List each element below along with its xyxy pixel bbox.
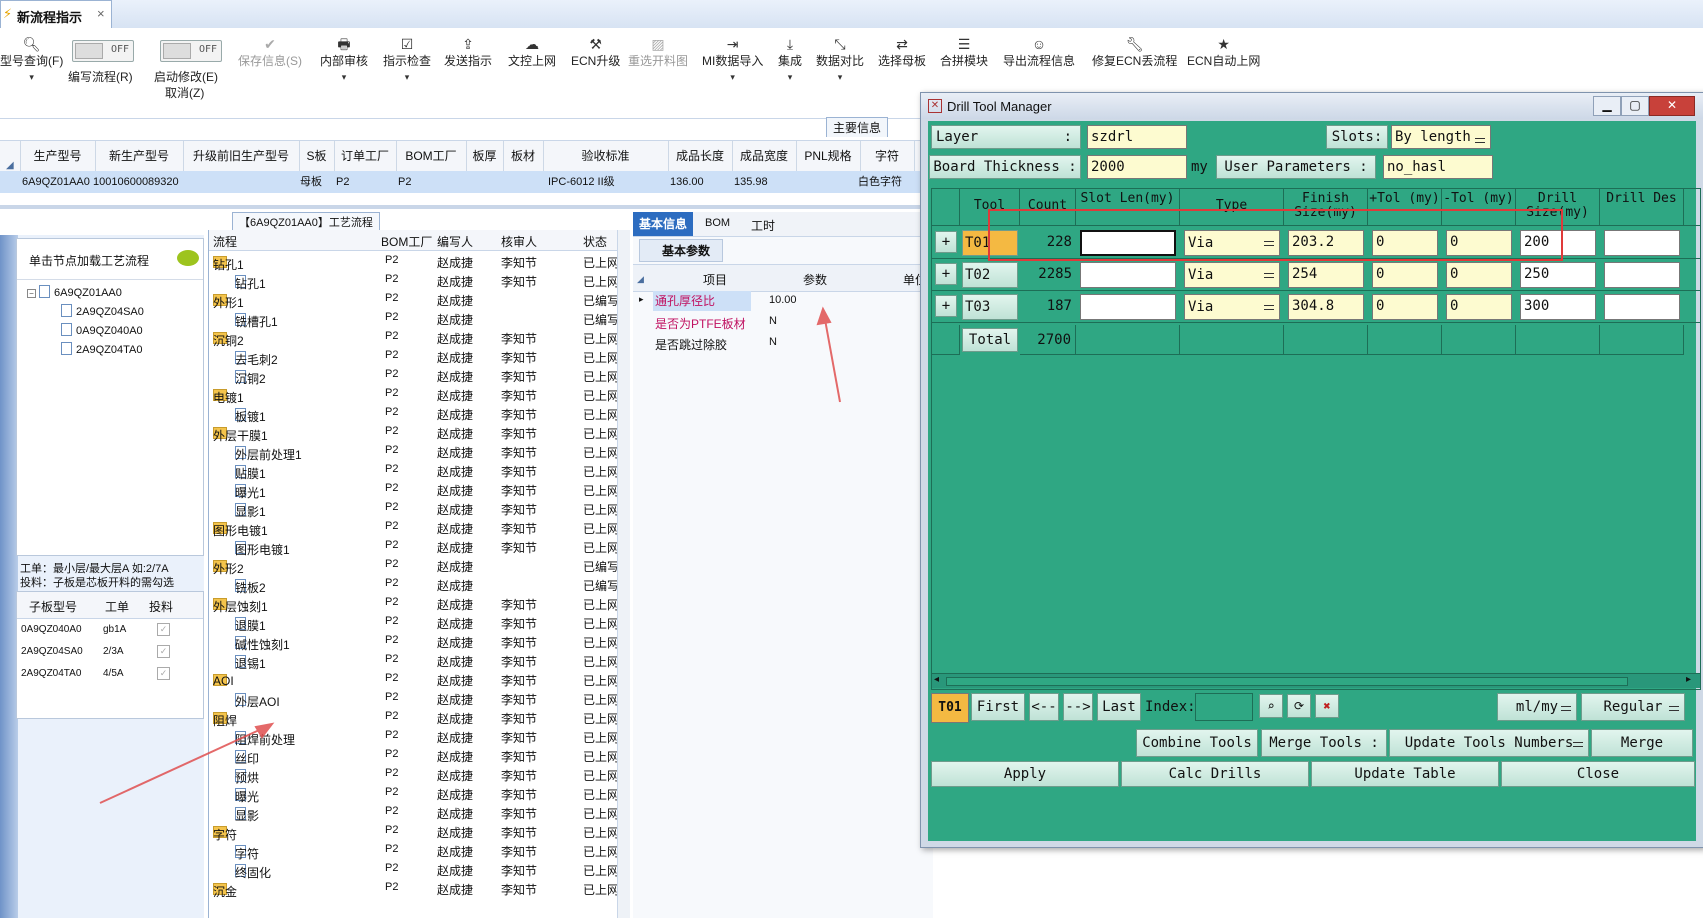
expand-icon[interactable]: +	[935, 231, 957, 253]
delete-icon[interactable]: ✖	[1315, 694, 1339, 718]
total-label: Total	[962, 328, 1018, 352]
current-tool: T01	[931, 693, 969, 723]
annotation-arrow	[823, 313, 841, 403]
scroll-right-icon[interactable]: ▸	[1686, 674, 1691, 685]
apply-button[interactable]: Apply	[931, 761, 1119, 787]
dialog-title: Drill Tool Manager	[947, 99, 1052, 114]
tool-count: 187	[1046, 298, 1072, 314]
minimize-button[interactable]: ▁	[1593, 96, 1621, 116]
arrow-head	[816, 306, 832, 326]
tool-row[interactable]: + T03 187 Via 304.8 0 0 300	[932, 291, 1700, 323]
board-thickness-field[interactable]: 2000	[1087, 155, 1187, 179]
dropdown-icon	[1475, 138, 1485, 143]
update-table-button[interactable]: Update Table	[1311, 761, 1499, 787]
horizontal-scrollbar[interactable]: ◂ ▸	[932, 673, 1700, 688]
finish-size-field[interactable]: 254	[1288, 262, 1364, 288]
scroll-thumb[interactable]	[946, 677, 1628, 686]
dropdown-icon	[1264, 305, 1274, 310]
annotation-highlight-box	[988, 209, 1563, 261]
plus-tol-field[interactable]: 0	[1372, 262, 1438, 288]
slots-select[interactable]: By length	[1391, 125, 1491, 149]
minus-tol-field[interactable]: 0	[1446, 294, 1512, 320]
maximize-button[interactable]: ▢	[1621, 96, 1649, 116]
dropdown-icon	[1573, 742, 1583, 747]
layer-label: Layer:	[931, 125, 1081, 149]
type-select[interactable]: Via	[1184, 294, 1280, 320]
tool-row[interactable]: + T02 2285 Via 254 0 0 250	[932, 259, 1700, 291]
units-select[interactable]: ml/my	[1497, 693, 1577, 721]
slots-label: Slots:	[1326, 125, 1388, 149]
close-button[interactable]: Close	[1501, 761, 1695, 787]
tool-count: 2285	[1038, 266, 1072, 282]
refresh-icon[interactable]: ⟳	[1287, 694, 1311, 718]
dialog-app-icon: ✕	[928, 99, 942, 113]
user-parameters-label: User Parameters :	[1216, 155, 1376, 179]
combine-tools-button[interactable]: Combine Tools	[1136, 729, 1258, 757]
annotation-arrow	[99, 725, 269, 804]
drill-des-field[interactable]	[1604, 262, 1680, 288]
tool-table: Tool Count Slot Len(my) Type Finish Size…	[931, 188, 1701, 690]
merge-tools-label: Merge Tools :	[1261, 729, 1387, 757]
total-row: Total 2700	[932, 325, 1700, 355]
type-select[interactable]: Via	[1184, 262, 1280, 288]
mode-select[interactable]: Regular	[1581, 693, 1685, 721]
user-parameters-field[interactable]: no_hasl	[1383, 155, 1493, 179]
dialog-titlebar[interactable]: ✕ Drill Tool Manager ▁ ▢ ✕	[921, 93, 1703, 119]
index-label: Index:	[1145, 699, 1196, 715]
next-button[interactable]: -->	[1063, 693, 1093, 721]
total-count: 2700	[1020, 325, 1076, 355]
tool-id[interactable]: T03	[962, 294, 1018, 320]
first-button[interactable]: First	[971, 693, 1025, 721]
prev-button[interactable]: <--	[1029, 693, 1059, 721]
dropdown-icon	[1561, 706, 1571, 711]
board-thickness-label: Board Thickness :	[929, 155, 1081, 179]
index-field[interactable]	[1195, 693, 1253, 721]
nav-bar: T01 First <-- --> Last Index: ⌕ ⟳ ✖ ml/m…	[929, 691, 1697, 727]
calc-drills-button[interactable]: Calc Drills	[1121, 761, 1309, 787]
dropdown-icon	[1669, 706, 1679, 711]
layer-field[interactable]: szdrl	[1087, 125, 1187, 149]
minus-tol-field[interactable]: 0	[1446, 262, 1512, 288]
tool-id[interactable]: T02	[962, 262, 1018, 288]
merge-button[interactable]: Merge	[1591, 729, 1693, 757]
close-icon[interactable]: ✕	[1649, 96, 1695, 116]
search-tool-icon[interactable]: ⌕	[1259, 694, 1283, 718]
drill-des-field[interactable]	[1604, 230, 1680, 256]
drill-tool-manager-dialog: ✕ Drill Tool Manager ▁ ▢ ✕ Layer: szdrl …	[920, 92, 1703, 848]
expand-icon[interactable]: +	[935, 263, 957, 285]
drill-des-field[interactable]	[1604, 294, 1680, 320]
update-tools-numbers-select[interactable]: Update Tools Numbers	[1389, 729, 1589, 757]
dropdown-icon	[1264, 273, 1274, 278]
slot-len-field[interactable]	[1080, 294, 1176, 320]
last-button[interactable]: Last	[1097, 693, 1141, 721]
plus-tol-field[interactable]: 0	[1372, 294, 1438, 320]
drill-size-field[interactable]: 300	[1520, 294, 1596, 320]
drill-size-field[interactable]: 250	[1520, 262, 1596, 288]
scroll-left-icon[interactable]: ◂	[934, 674, 939, 685]
arrow-head	[254, 722, 275, 739]
col-drill-des[interactable]: Drill Des	[1600, 189, 1684, 225]
finish-size-field[interactable]: 304.8	[1288, 294, 1364, 320]
expand-icon[interactable]: +	[935, 295, 957, 317]
slot-len-field[interactable]	[1080, 262, 1176, 288]
thickness-unit: my	[1191, 159, 1208, 175]
